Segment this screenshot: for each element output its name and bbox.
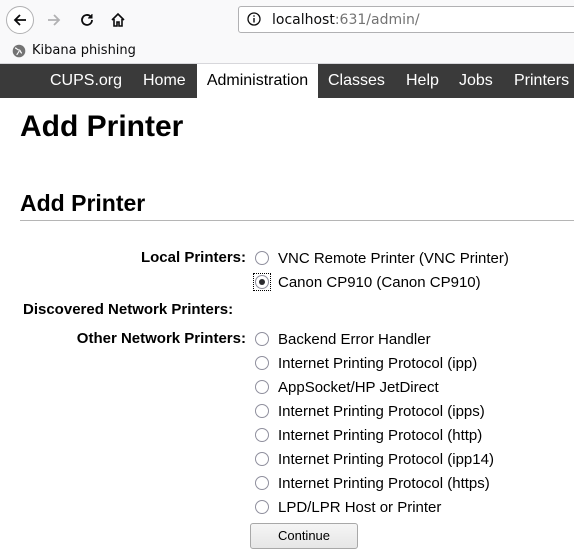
forward-arrow-icon	[48, 14, 61, 26]
radio-button[interactable]	[255, 452, 269, 466]
continue-button[interactable]: Continue	[250, 523, 358, 549]
nav-tab-help[interactable]: Help	[406, 64, 439, 98]
network-printer-option[interactable]: Internet Printing Protocol (ipp14)	[254, 448, 494, 470]
option-label: Internet Printing Protocol (ipps)	[278, 402, 485, 420]
section-title: Add Printer	[20, 190, 146, 216]
home-button[interactable]	[104, 6, 132, 34]
radio-button[interactable]	[255, 476, 269, 490]
forward-button[interactable]	[40, 6, 68, 34]
globe-icon	[12, 44, 26, 57]
radio-button[interactable]	[255, 404, 269, 418]
reload-icon	[81, 14, 93, 26]
browser-toolbar: localhost:631/admin/	[0, 0, 574, 40]
network-printer-option[interactable]: AppSocket/HP JetDirect	[254, 376, 439, 398]
network-printer-option[interactable]: Internet Printing Protocol (ipps)	[254, 400, 485, 422]
bookmarks-bar: Kibana phishing	[0, 40, 574, 64]
option-label: Internet Printing Protocol (https)	[278, 474, 490, 492]
url-text: localhost:631/admin/	[272, 12, 420, 28]
radio-button[interactable]	[255, 251, 269, 265]
radio-button-selected[interactable]	[255, 275, 269, 289]
back-button[interactable]	[6, 6, 34, 34]
option-label: AppSocket/HP JetDirect	[278, 378, 439, 396]
nav-tab-jobs[interactable]: Jobs	[459, 64, 493, 98]
option-label: Backend Error Handler	[278, 330, 431, 348]
network-printer-option[interactable]: Internet Printing Protocol (https)	[254, 472, 490, 494]
option-label: Internet Printing Protocol (ipp14)	[278, 450, 494, 468]
reload-button[interactable]	[73, 6, 101, 34]
option-label: LPD/LPR Host or Printer	[278, 498, 442, 516]
option-label: Canon CP910 (Canon CP910)	[278, 273, 481, 291]
nav-tab-administration[interactable]: Administration	[197, 64, 318, 98]
url-path: :631/admin/	[334, 12, 420, 28]
home-icon	[111, 12, 125, 27]
radio-button[interactable]	[255, 332, 269, 346]
url-host: localhost	[272, 12, 335, 28]
nav-tab-printers[interactable]: Printers	[514, 64, 569, 98]
section-divider	[20, 220, 574, 221]
radio-button[interactable]	[255, 380, 269, 394]
option-label: Internet Printing Protocol (http)	[278, 426, 483, 444]
discovered-printers-label: Discovered Network Printers:	[23, 301, 234, 318]
nav-tab-classes[interactable]: Classes	[328, 64, 385, 98]
back-arrow-icon	[13, 14, 26, 26]
nav-tab-cups-org[interactable]: CUPS.org	[50, 64, 122, 98]
bookmark-item[interactable]: Kibana phishing	[12, 43, 136, 58]
nav-tab-home[interactable]: Home	[143, 64, 186, 98]
bookmark-label: Kibana phishing	[32, 43, 136, 58]
local-printer-option[interactable]: VNC Remote Printer (VNC Printer)	[254, 247, 509, 269]
option-label: VNC Remote Printer (VNC Printer)	[278, 249, 509, 267]
other-printers-label: Other Network Printers:	[76, 330, 246, 347]
radio-button[interactable]	[255, 500, 269, 514]
local-printer-option[interactable]: Canon CP910 (Canon CP910)	[253, 271, 481, 293]
radio-button[interactable]	[255, 356, 269, 370]
url-bar[interactable]: localhost:631/admin/	[238, 6, 574, 33]
radio-button[interactable]	[255, 428, 269, 442]
network-printer-option[interactable]: LPD/LPR Host or Printer	[254, 496, 441, 518]
network-printer-option[interactable]: Internet Printing Protocol (http)	[254, 424, 482, 446]
option-label: Internet Printing Protocol (ipp)	[278, 354, 478, 372]
local-printers-label: Local Printers:	[140, 249, 246, 266]
cups-nav-bar: CUPS.org Home Administration Classes Hel…	[0, 64, 574, 98]
page-title: Add Printer	[20, 110, 184, 143]
info-icon[interactable]	[247, 12, 261, 26]
network-printer-option[interactable]: Backend Error Handler	[254, 328, 431, 350]
network-printer-option[interactable]: Internet Printing Protocol (ipp)	[254, 352, 477, 374]
